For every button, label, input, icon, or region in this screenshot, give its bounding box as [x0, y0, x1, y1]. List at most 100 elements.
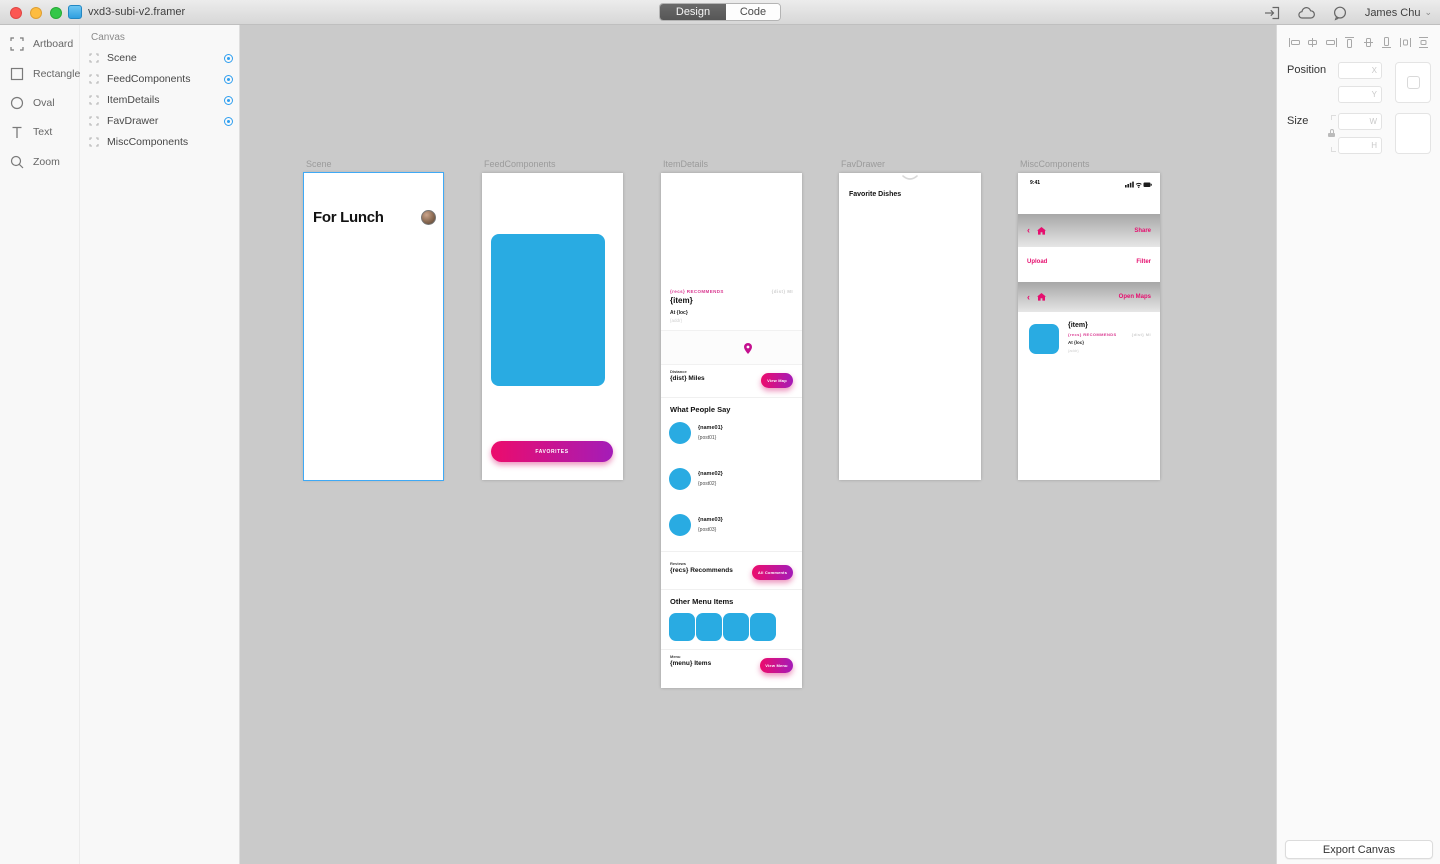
minimize-window-button[interactable] — [30, 7, 42, 19]
zoom-window-button[interactable] — [50, 7, 62, 19]
tool-oval[interactable]: Oval — [10, 94, 55, 112]
back-chevron-icon[interactable]: ‹ — [1027, 292, 1030, 302]
align-right-icon[interactable] — [1322, 33, 1340, 51]
review-post[interactable]: {post01} — [698, 435, 716, 441]
filter-link[interactable]: Filter — [1136, 259, 1151, 265]
review-avatar[interactable] — [669, 514, 691, 536]
align-bottom-icon[interactable] — [1378, 33, 1396, 51]
position-anchor-widget[interactable] — [1395, 62, 1431, 103]
menu-label[interactable]: Menu — [670, 654, 680, 659]
target-icon[interactable] — [224, 95, 233, 105]
artboard-label-feedcomponents[interactable]: FeedComponents — [484, 159, 556, 169]
layer-row-scene[interactable]: Scene — [80, 48, 240, 68]
distance-label[interactable]: Distance — [670, 369, 687, 374]
distribute-vertical-icon[interactable] — [1415, 33, 1433, 51]
distance-value[interactable]: {dist} Miles — [670, 375, 705, 382]
card-recommends-text[interactable]: {recs} RECOMMENDS — [1068, 332, 1117, 337]
status-time[interactable]: 9:41 — [1030, 180, 1040, 186]
map-strip[interactable] — [661, 330, 802, 365]
size-height-input[interactable] — [1338, 137, 1382, 154]
scene-heading[interactable]: For Lunch — [313, 209, 384, 226]
nav-bar-open-maps[interactable]: ‹ Open Maps — [1018, 282, 1160, 312]
open-maps-link[interactable]: Open Maps — [1119, 294, 1151, 300]
item-card-thumb[interactable] — [1029, 324, 1059, 354]
artboard-label-misccomponents[interactable]: MiscComponents — [1020, 159, 1090, 169]
review-post[interactable]: {post03} — [698, 527, 716, 533]
align-left-icon[interactable] — [1285, 33, 1303, 51]
avatar[interactable] — [421, 210, 436, 225]
review-avatar[interactable] — [669, 468, 691, 490]
share-link[interactable]: Share — [1134, 228, 1151, 234]
distribute-horizontal-icon[interactable] — [1396, 33, 1414, 51]
other-menu-header[interactable]: Other Menu Items — [670, 597, 733, 606]
upload-link[interactable]: Upload — [1027, 259, 1047, 265]
card-item-title[interactable]: {item} — [1068, 322, 1088, 329]
tab-code[interactable]: Code — [726, 4, 780, 20]
home-icon[interactable] — [1037, 293, 1046, 301]
export-canvas-button[interactable]: Export Canvas — [1285, 840, 1433, 859]
review-name[interactable]: {name03} — [698, 517, 723, 523]
home-icon[interactable] — [1037, 226, 1046, 235]
card-location[interactable]: At {loc} — [1068, 340, 1084, 345]
close-window-button[interactable] — [10, 7, 22, 19]
tab-design[interactable]: Design — [660, 4, 726, 20]
align-center-vertical-icon[interactable] — [1359, 33, 1377, 51]
feed-image-placeholder[interactable] — [491, 234, 605, 386]
artboard-label-scene[interactable]: Scene — [306, 159, 332, 169]
item-address[interactable]: {addr} — [670, 318, 682, 323]
view-menu-button[interactable]: View Menu — [760, 658, 793, 673]
view-map-button[interactable]: View Map — [761, 373, 793, 388]
align-center-horizontal-icon[interactable] — [1304, 33, 1322, 51]
artboard-scene[interactable]: For Lunch — [303, 172, 444, 481]
card-distance-mi[interactable]: {dist} MI — [1132, 332, 1151, 337]
review-post[interactable]: {post02} — [698, 481, 716, 487]
menu-item-thumb[interactable] — [723, 613, 749, 641]
item-title[interactable]: {item} — [670, 296, 693, 305]
artboard-label-favdrawer[interactable]: FavDrawer — [841, 159, 885, 169]
target-icon[interactable] — [224, 74, 233, 84]
menu-item-thumb[interactable] — [669, 613, 695, 641]
position-x-input[interactable] — [1338, 62, 1382, 79]
card-address[interactable]: {addr} — [1068, 348, 1079, 353]
review-avatar[interactable] — [669, 422, 691, 444]
layer-row-favdrawer[interactable]: FavDrawer — [80, 111, 240, 131]
export-icon[interactable] — [1264, 6, 1280, 20]
user-menu[interactable]: James Chu ⌄ — [1365, 7, 1432, 19]
recommends-text[interactable]: {recs} RECOMMENDS — [670, 289, 724, 294]
feedback-chat-icon[interactable] — [1333, 6, 1347, 20]
favorite-dishes-heading[interactable]: Favorite Dishes — [849, 191, 901, 198]
tool-text[interactable]: Text — [10, 123, 52, 141]
reviews-value[interactable]: {recs} Recommends — [670, 567, 733, 574]
menu-item-thumb[interactable] — [750, 613, 776, 641]
artboard-favdrawer[interactable]: Favorite Dishes — [839, 173, 981, 480]
artboard-misccomponents[interactable]: 9:41 ‹ Share Upload Filter ‹ Open Maps {… — [1018, 173, 1160, 480]
position-y-input[interactable] — [1338, 86, 1382, 103]
all-comments-button[interactable]: All Comments — [752, 565, 793, 580]
tool-rectangle[interactable]: Rectangle — [10, 65, 80, 83]
artboard-feedcomponents[interactable]: FAVORITES — [482, 173, 623, 480]
layer-row-misccomponents[interactable]: MiscComponents — [80, 132, 240, 152]
layer-row-itemdetails[interactable]: ItemDetails — [80, 90, 240, 110]
size-width-input[interactable] — [1338, 113, 1382, 130]
menu-item-thumb[interactable] — [696, 613, 722, 641]
align-top-icon[interactable] — [1341, 33, 1359, 51]
nav-bar-share[interactable]: ‹ Share — [1018, 214, 1160, 247]
favorites-button[interactable]: FAVORITES — [491, 441, 613, 462]
people-say-header[interactable]: What People Say — [670, 405, 730, 414]
layer-row-feedcomponents[interactable]: FeedComponents — [80, 69, 240, 89]
drawer-handle-icon[interactable] — [902, 175, 918, 181]
lock-aspect-icon[interactable] — [1328, 129, 1335, 137]
item-location[interactable]: At {loc} — [670, 310, 688, 316]
cloud-sync-icon[interactable] — [1298, 6, 1315, 19]
tool-zoom[interactable]: Zoom — [10, 153, 60, 171]
reviews-label[interactable]: Reviews — [670, 561, 686, 566]
artboard-label-itemdetails[interactable]: ItemDetails — [663, 159, 708, 169]
design-canvas[interactable]: Scene For Lunch FeedComponents FAVORITES… — [241, 25, 1276, 864]
back-chevron-icon[interactable]: ‹ — [1027, 226, 1030, 235]
review-name[interactable]: {name01} — [698, 425, 723, 431]
target-icon[interactable] — [224, 116, 233, 126]
size-widget[interactable] — [1395, 113, 1431, 154]
target-icon[interactable] — [224, 53, 233, 63]
artboard-itemdetails[interactable]: {recs} RECOMMENDS {dist} MI {item} At {l… — [661, 173, 802, 688]
distance-mi-text[interactable]: {dist} MI — [772, 289, 793, 294]
